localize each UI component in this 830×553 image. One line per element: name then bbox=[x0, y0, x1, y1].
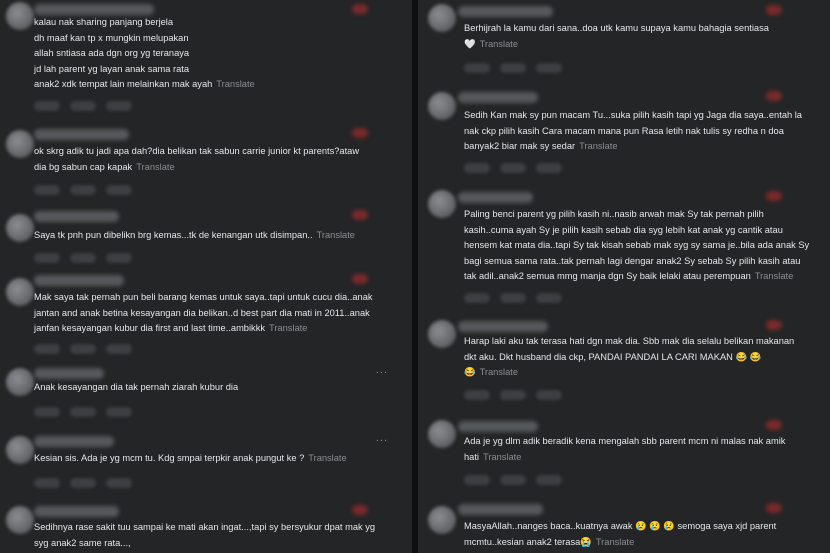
comment-actions[interactable] bbox=[34, 475, 142, 488]
translate-link[interactable]: Translate bbox=[480, 367, 518, 377]
comment-actions[interactable] bbox=[464, 290, 572, 303]
translate-link[interactable]: Translate bbox=[483, 452, 521, 462]
comment-actions[interactable] bbox=[34, 250, 142, 263]
translate-link[interactable]: Translate bbox=[136, 162, 174, 172]
reaction-icon bbox=[766, 503, 782, 513]
comment-text: Saya tk pnh pun dibelikn brg kemas...tk … bbox=[34, 230, 355, 240]
comment-text: Mak saya tak pernah pun beli barang kema… bbox=[34, 292, 373, 333]
translate-link[interactable]: Translate bbox=[596, 537, 634, 547]
commenter-name[interactable] bbox=[458, 321, 548, 332]
comment-actions[interactable] bbox=[34, 98, 142, 111]
translate-link[interactable]: Translate bbox=[480, 39, 518, 49]
comment-text: Berhijrah la kamu dari sana..doa utk kam… bbox=[464, 23, 769, 49]
avatar[interactable] bbox=[6, 214, 34, 242]
reaction-icon bbox=[352, 128, 368, 138]
commenter-name[interactable] bbox=[458, 421, 538, 432]
comment-text: Harap laki aku tak terasa hati dgn mak d… bbox=[464, 336, 795, 377]
avatar[interactable] bbox=[428, 420, 456, 448]
reaction-icon bbox=[766, 320, 782, 330]
avatar[interactable] bbox=[428, 190, 456, 218]
comment-actions[interactable] bbox=[464, 60, 572, 73]
comment-actions[interactable] bbox=[34, 341, 142, 354]
avatar[interactable] bbox=[6, 506, 34, 534]
commenter-name[interactable] bbox=[34, 275, 124, 286]
commenter-name[interactable] bbox=[34, 368, 104, 379]
translate-link[interactable]: Translate bbox=[317, 230, 355, 240]
comment-text: Sedihnya rase sakit tuu sampai ke mati a… bbox=[34, 522, 376, 548]
avatar[interactable] bbox=[6, 130, 34, 158]
translate-link[interactable]: Translate bbox=[269, 323, 307, 333]
reaction-icon bbox=[766, 420, 782, 430]
more-options-icon[interactable]: ... bbox=[376, 364, 388, 376]
more-options-icon[interactable]: ... bbox=[376, 432, 388, 444]
avatar[interactable] bbox=[428, 4, 456, 32]
right-comment-column: Berhijrah la kamu dari sana..doa utk kam… bbox=[418, 0, 830, 553]
commenter-name[interactable] bbox=[458, 6, 553, 17]
commenter-name[interactable] bbox=[458, 504, 543, 515]
comment-text: Sedih Kan mak sy pun macam Tu...suka pil… bbox=[464, 110, 802, 151]
reaction-icon bbox=[352, 4, 368, 14]
avatar[interactable] bbox=[428, 92, 456, 120]
reaction-icon bbox=[766, 5, 782, 15]
avatar[interactable] bbox=[6, 2, 34, 30]
commenter-name[interactable] bbox=[34, 506, 119, 517]
comment-actions[interactable] bbox=[464, 472, 572, 485]
commenter-name[interactable] bbox=[34, 436, 114, 447]
comment-actions[interactable] bbox=[464, 160, 572, 173]
reaction-icon bbox=[766, 91, 782, 101]
translate-link[interactable]: Translate bbox=[755, 271, 793, 281]
comment-text: Ada je yg dlm adik beradik kena mengalah… bbox=[464, 436, 786, 462]
translate-link[interactable]: Translate bbox=[216, 79, 254, 89]
reaction-icon bbox=[352, 210, 368, 220]
comment-text: Kesian sis. Ada je yg mcm tu. Kdg smpai … bbox=[34, 453, 347, 463]
comment-text: kalau nak sharing panjang berjela dh maa… bbox=[34, 17, 255, 89]
avatar[interactable] bbox=[6, 436, 34, 464]
comment-actions[interactable] bbox=[34, 182, 142, 195]
commenter-name[interactable] bbox=[34, 129, 129, 140]
commenter-name[interactable] bbox=[34, 4, 154, 15]
avatar[interactable] bbox=[6, 368, 34, 396]
comment-text: ok skrg adik tu jadi apa dah?dia belikan… bbox=[34, 146, 360, 172]
heart-emoji: 🤍 bbox=[464, 38, 476, 49]
comment-text: MasyaAllah..nanges baca..kuatnya awak 😢 … bbox=[464, 521, 777, 547]
comment-text: Anak kesayangan dia tak pernah ziarah ku… bbox=[34, 382, 239, 392]
comment-text: Paling benci parent yg pilih kasih ni..n… bbox=[464, 209, 810, 281]
avatar[interactable] bbox=[428, 506, 456, 534]
comment-actions[interactable] bbox=[464, 387, 572, 400]
avatar[interactable] bbox=[428, 320, 456, 348]
translate-link[interactable]: Translate bbox=[579, 141, 617, 151]
reaction-icon bbox=[352, 505, 368, 515]
comment-actions[interactable] bbox=[34, 404, 142, 417]
reaction-icon bbox=[766, 191, 782, 201]
reaction-icon bbox=[352, 274, 368, 284]
commenter-name[interactable] bbox=[34, 211, 119, 222]
left-comment-column: kalau nak sharing panjang berjela dh maa… bbox=[0, 0, 412, 553]
avatar[interactable] bbox=[6, 278, 34, 306]
commenter-name[interactable] bbox=[458, 92, 538, 103]
commenter-name[interactable] bbox=[458, 192, 533, 203]
translate-link[interactable]: Translate bbox=[308, 453, 346, 463]
